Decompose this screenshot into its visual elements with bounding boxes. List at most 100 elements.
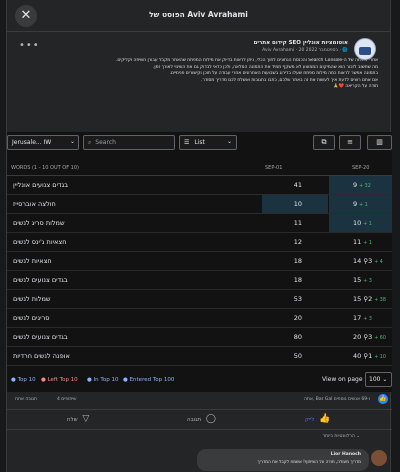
- sep20-rank-value: 15: [353, 276, 362, 284]
- share-icon: ▽: [82, 414, 90, 424]
- keyword-cell[interactable]: שמלות לנשים: [13, 295, 163, 303]
- kw-column-header[interactable]: WORDS (1 - 10 OUT OF 10): [11, 165, 79, 171]
- in-top10-label: In Top 10: [93, 377, 119, 383]
- keyword-cell[interactable]: חולצה אוברסייז: [13, 200, 163, 208]
- keyword-cell[interactable]: שמלות סריג לנשים: [13, 219, 163, 227]
- keyword-cell[interactable]: בגדים צנועים לנשים: [13, 276, 163, 284]
- keyword-cell[interactable]: בגדים צנועים לנשים: [13, 333, 163, 341]
- post-body-text: אחרי פתיחה של ה-Search Console והכנסת הנ…: [115, 58, 378, 90]
- search-input[interactable]: ⌕ Search: [83, 135, 175, 150]
- group-avatar[interactable]: [354, 38, 376, 60]
- post-actions: שלח ▽ תגובה ◯ לייק 👍: [7, 410, 392, 430]
- sep01-rank-value: 18: [293, 276, 302, 284]
- share-button[interactable]: שלח ▽: [67, 414, 89, 424]
- keyword-cell[interactable]: חצאיות ג'ינס לנשים: [13, 238, 163, 246]
- sep01-rank-cell: 50: [262, 347, 328, 365]
- sep01-rank-cell: 80: [262, 328, 328, 346]
- sep01-rank-value: 80: [293, 333, 302, 341]
- location-select[interactable]: Jerusale... IW ⌄: [7, 135, 79, 150]
- avatar[interactable]: [371, 450, 387, 466]
- view-select[interactable]: ☰ List ⌄: [179, 135, 237, 150]
- sep20-rank-value: 17: [353, 314, 362, 322]
- sep20-rank-value: 15 ⚲2: [353, 295, 373, 303]
- keyword-cell[interactable]: חצאיות לנשים: [13, 257, 163, 265]
- sep01-rank-cell: 20: [262, 309, 328, 327]
- table-header: WORDS (1 - 10 OUT OF 10) SEP-01 SEP-20: [7, 159, 392, 176]
- rank-change-value: + 1: [359, 203, 368, 208]
- sep20-rank-value: 9: [353, 181, 358, 189]
- top10-filter[interactable]: ● Top 10: [11, 377, 36, 383]
- comments-count[interactable]: תגובה אחת: [15, 397, 37, 402]
- rank-change-value: + 4: [374, 260, 383, 265]
- sep01-rank-cell: 18: [262, 252, 328, 270]
- columns-button[interactable]: ▥: [367, 135, 392, 150]
- sep01-rank-value: 41: [293, 181, 302, 189]
- table-row[interactable]: חצאיות לנשים 18 14 ⚲3 + 4: [7, 252, 392, 271]
- table-row[interactable]: סריגים לנשים 20 17 + 3: [7, 309, 392, 328]
- filter-icon: ≡: [347, 138, 353, 146]
- table-row[interactable]: חצאיות ג'ינס לנשים 12 11 + 1: [7, 233, 392, 252]
- table-row[interactable]: בגדים צנועים לנשים 18 15 + 3: [7, 271, 392, 290]
- location-select-value: Jerusale... IW: [12, 139, 52, 146]
- sep01-rank-cell: 18: [262, 271, 328, 289]
- sep20-rank-cell: 40 ⚲1 + 10: [329, 347, 392, 365]
- sep20-rank-cell: 9 + 1: [329, 195, 392, 213]
- comment-author[interactable]: Lior Hanoch: [205, 452, 361, 457]
- rank-change-value: + 32: [359, 184, 371, 189]
- table-row[interactable]: אופנה לנשים חרדיות 50 40 ⚲1 + 10: [7, 347, 392, 366]
- in-top10-filter[interactable]: ● In Top 10: [87, 377, 118, 383]
- filter-button[interactable]: ≡: [339, 135, 361, 150]
- table-row[interactable]: בגדים צנועים אונליין 41 9 + 32: [7, 176, 392, 195]
- sep01-rank-value: 18: [293, 257, 302, 265]
- entered-top100-filter[interactable]: ● Entered Top 100: [123, 377, 174, 383]
- comment-sort-select[interactable]: הרלוונטיות ביותר ⌄: [323, 434, 360, 439]
- sep01-rank-cell: 41: [262, 176, 328, 194]
- modal-header: ✕ הפוסט של Aviv Avrahami: [7, 0, 390, 32]
- left-top10-label: Left Top 10: [47, 377, 78, 383]
- sep01-rank-value: 12: [293, 238, 302, 246]
- sep01-rank-cell: 11: [262, 214, 328, 232]
- table-row[interactable]: שמלות לנשים 53 15 ⚲2 + 38: [7, 290, 392, 309]
- sep20-rank-cell: 10 + 1: [329, 214, 392, 232]
- post-menu-button[interactable]: •••: [19, 40, 40, 51]
- sep01-rank-value: 20: [293, 314, 302, 322]
- sep01-rank-cell: 53: [262, 290, 328, 308]
- keyword-cell[interactable]: בגדים צנועים אונליין: [13, 181, 163, 189]
- list-icon: ☰: [184, 139, 190, 146]
- search-icon: ⌕: [88, 139, 92, 146]
- table-row[interactable]: שמלות סריג לנשים 11 10 + 1: [7, 214, 392, 233]
- copy-button[interactable]: ⧉: [313, 135, 335, 150]
- rank-change-value: + 38: [374, 298, 386, 303]
- comment-label: תגובה: [187, 417, 202, 423]
- sep01-rank-value: 50: [293, 352, 302, 360]
- comment-button[interactable]: תגובה ◯: [187, 414, 216, 424]
- like-button[interactable]: לייק 👍: [305, 414, 330, 424]
- left-top10-filter[interactable]: ● Left Top 10: [41, 377, 78, 383]
- comment-bubble: Lior Hanoch מדריך מעולה, תודה על השיתוף!…: [197, 449, 369, 471]
- sep01-rank-cell: 12: [262, 233, 328, 251]
- sep01-column-header[interactable]: SEP-01: [265, 165, 282, 171]
- shares-count[interactable]: 4 שיתופים: [57, 397, 76, 402]
- keyword-cell[interactable]: אופנה לנשים חרדיות: [13, 352, 163, 360]
- rank-change-value: + 1: [363, 222, 372, 227]
- post-modal: ✕ הפוסט של Aviv Avrahami ••• קידום אתרים…: [6, 0, 392, 472]
- table-body: בגדים צנועים אונליין 41 9 + 32 חולצה אוברסיי…: [7, 176, 392, 366]
- keyword-cell[interactable]: סריגים לנשים: [13, 314, 163, 322]
- table-row[interactable]: חולצה אוברסייז 10 9 + 1: [7, 195, 392, 214]
- per-page-value: 100: [369, 376, 381, 383]
- reactors-text[interactable]: אתה, Bar Gal ו-69 אנשים נוספים: [304, 397, 370, 402]
- columns-icon: ▥: [376, 138, 383, 146]
- sep01-rank-value: 10: [293, 200, 302, 208]
- view-on-page-link[interactable]: View on page: [322, 376, 363, 383]
- rank-change-value: + 3: [363, 279, 372, 284]
- share-label: שלח: [67, 417, 78, 423]
- sep20-column-header[interactable]: SEP-20: [352, 165, 369, 171]
- per-page-select[interactable]: 100 ⌄: [365, 372, 392, 387]
- group-name[interactable]: קידום אתרים SEO אוטומציות אונליין: [254, 40, 348, 46]
- sep20-rank-value: 14 ⚲3: [353, 257, 373, 265]
- chevron-down-icon: ⌄: [382, 376, 388, 383]
- table-row[interactable]: בגדים צנועים לנשים 80 20 ⚲3 + 60: [7, 328, 392, 347]
- entered-top100-label: Entered Top 100: [129, 377, 175, 383]
- sep20-rank-value: 10: [353, 219, 362, 227]
- post-image[interactable]: Jerusale... IW ⌄ ⌕ Search ☰ List ⌄ ⧉ ≡ ▥…: [7, 132, 392, 392]
